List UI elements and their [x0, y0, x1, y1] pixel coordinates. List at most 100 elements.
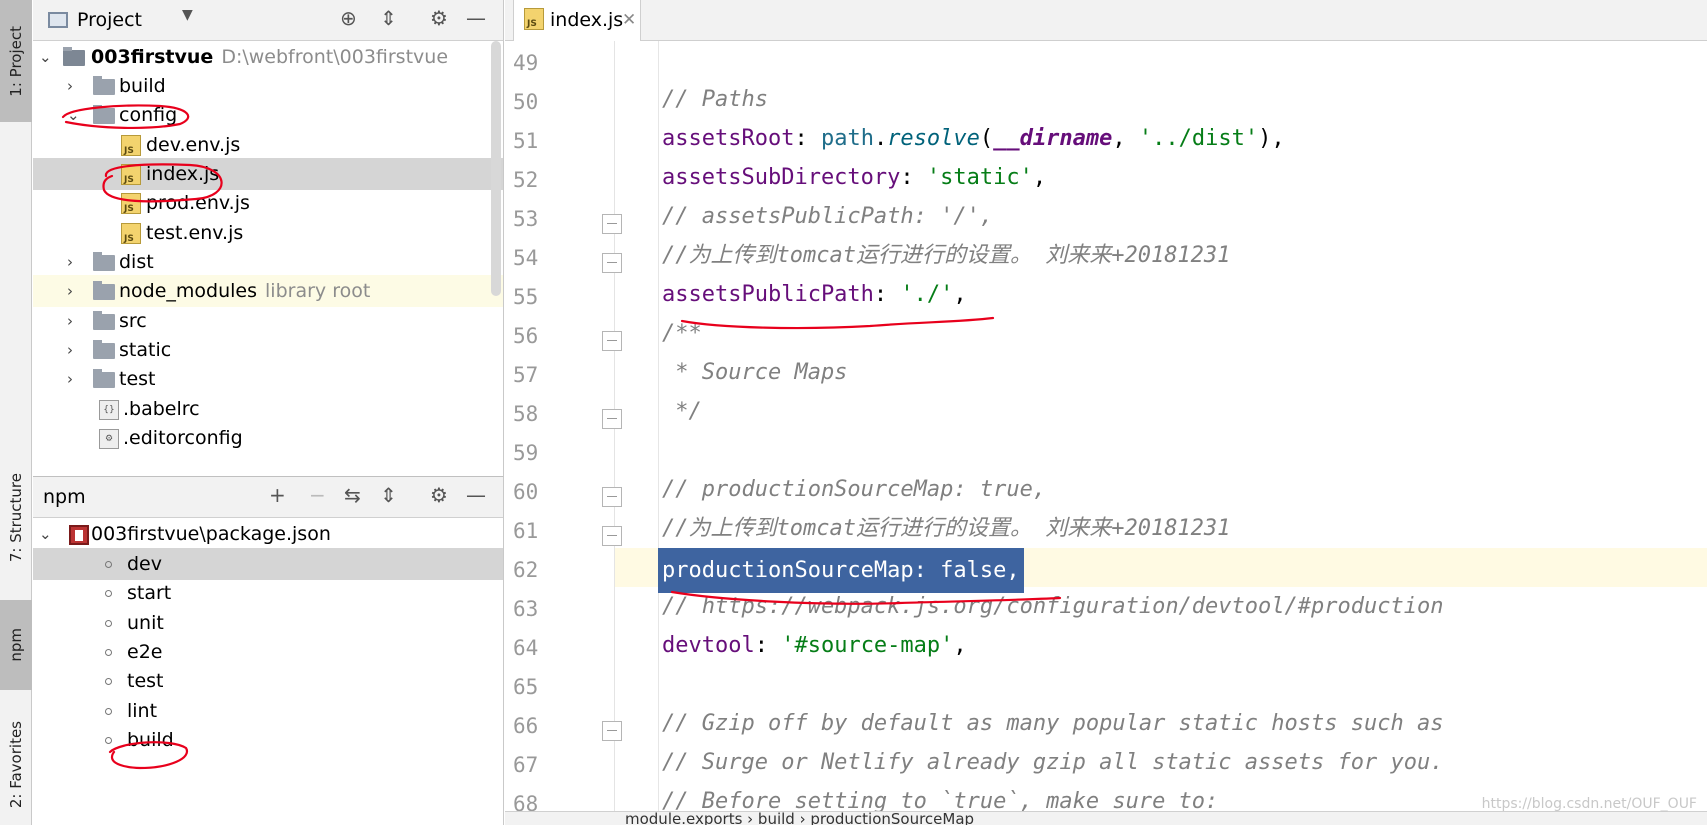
npm-tool-tab[interactable]: npm [0, 600, 32, 690]
tree-row-editorconfig[interactable]: ⚙ .editorconfig [33, 422, 503, 454]
code-line[interactable]: assetsRoot: path.resolve(__dirname, '../… [615, 119, 1707, 158]
code-line[interactable]: // Gzip off by default as many popular s… [615, 704, 1707, 743]
structure-tool-tab[interactable]: 7: Structure [0, 455, 32, 580]
code-comment: // Before setting to `true`, make sure t… [662, 789, 1219, 811]
collapsed-arrow-icon[interactable]: › [67, 275, 73, 307]
editor-breadcrumb[interactable]: module.exports › build › productionSourc… [505, 811, 1707, 825]
npm-script-test[interactable]: test [33, 665, 503, 697]
tree-row-test[interactable]: › test [33, 363, 503, 395]
gear-icon[interactable]: ⚙ [430, 6, 448, 30]
script-bullet-icon [105, 620, 112, 627]
line-number: 67 [513, 753, 539, 777]
expand-arrow-icon[interactable]: ⌄ [67, 99, 80, 131]
gear-icon[interactable]: ⚙ [430, 483, 448, 507]
code-comment: //为上传到tomcat运行进行的设置。 刘来来+20181231 [662, 243, 1231, 268]
code-line[interactable]: */ [615, 392, 1707, 431]
code-comment: // assetsPublicPath: '/', [662, 204, 994, 229]
npm-script-label: test [127, 670, 164, 692]
tree-row-root[interactable]: ⌄ 003firstvue D:\webfront\003firstvue [33, 41, 503, 73]
npm-script-lint[interactable]: lint [33, 695, 503, 727]
tree-row-build[interactable]: › build [33, 70, 503, 102]
npm-script-build[interactable]: build [33, 724, 503, 756]
code-comment: // https://webpack.js.org/configuration/… [662, 594, 1444, 619]
code-line[interactable]: // Surge or Netlify already gzip all sta… [615, 743, 1707, 782]
code-line[interactable]: //为上传到tomcat运行进行的设置。 刘来来+20181231 [615, 236, 1707, 275]
tree-row-prod-env[interactable]: JS prod.env.js [33, 187, 503, 219]
tree-scrollbar[interactable] [491, 41, 501, 296]
code-line[interactable]: /** [615, 314, 1707, 353]
tree-item-label: dev.env.js [146, 134, 241, 156]
js-file-icon: JS [121, 223, 141, 244]
tree-item-label: .babelrc [123, 398, 200, 420]
collapsed-arrow-icon[interactable]: › [67, 334, 73, 366]
tree-row-babelrc[interactable]: {} .babelrc [33, 393, 503, 425]
npm-package-row[interactable]: ⌄ 003firstvue\package.json [33, 518, 503, 550]
project-panel-header: Project ▼ ⊕ ⇕ ⚙ — [33, 0, 503, 41]
favorites-tool-tab[interactable]: 2: Favorites [0, 705, 32, 825]
collapse-all-icon[interactable]: ⇕ [380, 6, 397, 30]
folder-icon [93, 76, 115, 95]
tree-row-config[interactable]: ⌄ config [33, 99, 503, 131]
run-icon[interactable]: ⇆ [344, 483, 361, 507]
add-icon[interactable]: + [269, 483, 286, 507]
tree-item-label: .editorconfig [123, 427, 243, 449]
collapsed-arrow-icon[interactable]: › [67, 70, 73, 102]
npm-panel: npm + − ⇆ ⇕ ⚙ — ⌄ 003firstvue\package.js… [33, 476, 504, 825]
code-line-current[interactable]: productionSourceMap: false, [615, 548, 1707, 593]
tree-item-label: node_modules [119, 280, 258, 302]
code-area[interactable]: // Paths assetsRoot: path.resolve(__dirn… [615, 41, 1707, 811]
remove-icon[interactable]: − [309, 483, 326, 507]
tab-index-js[interactable]: JS index.js ✕ [513, 0, 641, 41]
code-text: devtool: '#source-map', [662, 633, 967, 658]
tree-row-dist[interactable]: › dist [33, 246, 503, 278]
code-line[interactable]: assetsPublicPath: './', [615, 275, 1707, 314]
hide-panel-icon[interactable]: — [466, 6, 486, 30]
collapsed-arrow-icon[interactable]: › [67, 246, 73, 278]
script-bullet-icon [105, 678, 112, 685]
project-tool-tab-label: 1: Project [7, 25, 25, 97]
hide-panel-icon[interactable]: — [466, 483, 486, 507]
code-line[interactable]: // Paths [615, 80, 1707, 119]
favorites-tool-tab-label: 2: Favorites [7, 721, 25, 809]
npm-script-e2e[interactable]: e2e [33, 636, 503, 668]
line-number: 50 [513, 90, 539, 114]
view-dropdown-icon[interactable]: ▼ [182, 7, 193, 23]
code-line[interactable]: // https://webpack.js.org/configuration/… [615, 587, 1707, 626]
code-line[interactable] [615, 665, 1707, 704]
npm-script-dev[interactable]: dev [33, 548, 503, 580]
tree-row-node-modules[interactable]: › node_modules library root [33, 275, 503, 307]
npm-script-start[interactable]: start [33, 577, 503, 609]
code-line[interactable]: //为上传到tomcat运行进行的设置。 刘来来+20181231 [615, 509, 1707, 548]
code-line[interactable]: devtool: '#source-map', [615, 626, 1707, 665]
expand-arrow-icon[interactable]: ⌄ [39, 518, 52, 550]
code-line[interactable] [615, 431, 1707, 470]
folder-icon [63, 47, 85, 66]
code-line[interactable]: // assetsPublicPath: '/', [615, 197, 1707, 236]
tree-row-index-js[interactable]: JS index.js [33, 158, 503, 190]
code-line[interactable] [615, 41, 1707, 80]
code-line[interactable]: assetsSubDirectory: 'static', [615, 158, 1707, 197]
npm-script-label: dev [127, 553, 162, 575]
config-file-icon: ⚙ [99, 429, 119, 449]
code-line[interactable]: * Source Maps [615, 353, 1707, 392]
collapsed-arrow-icon[interactable]: › [67, 305, 73, 337]
collapse-all-icon[interactable]: ⇕ [380, 483, 397, 507]
folder-icon [93, 252, 115, 271]
tree-row-dev-env[interactable]: JS dev.env.js [33, 129, 503, 161]
npm-script-unit[interactable]: unit [33, 607, 503, 639]
locate-icon[interactable]: ⊕ [340, 6, 357, 30]
project-tool-tab[interactable]: 1: Project [0, 0, 32, 122]
config-file-icon: {} [99, 400, 119, 420]
tree-row-static[interactable]: › static [33, 334, 503, 366]
tree-row-src[interactable]: › src [33, 305, 503, 337]
line-number: 59 [513, 441, 539, 465]
collapsed-arrow-icon[interactable]: › [67, 363, 73, 395]
code-line[interactable]: // productionSourceMap: true, [615, 470, 1707, 509]
npm-script-label: start [127, 582, 172, 604]
script-bullet-icon [105, 649, 112, 656]
close-icon[interactable]: ✕ [622, 0, 636, 40]
tree-row-test-env[interactable]: JS test.env.js [33, 217, 503, 249]
code-comment: * Source Maps [662, 360, 848, 385]
expand-arrow-icon[interactable]: ⌄ [39, 41, 52, 73]
project-panel-title[interactable]: Project [77, 9, 142, 31]
